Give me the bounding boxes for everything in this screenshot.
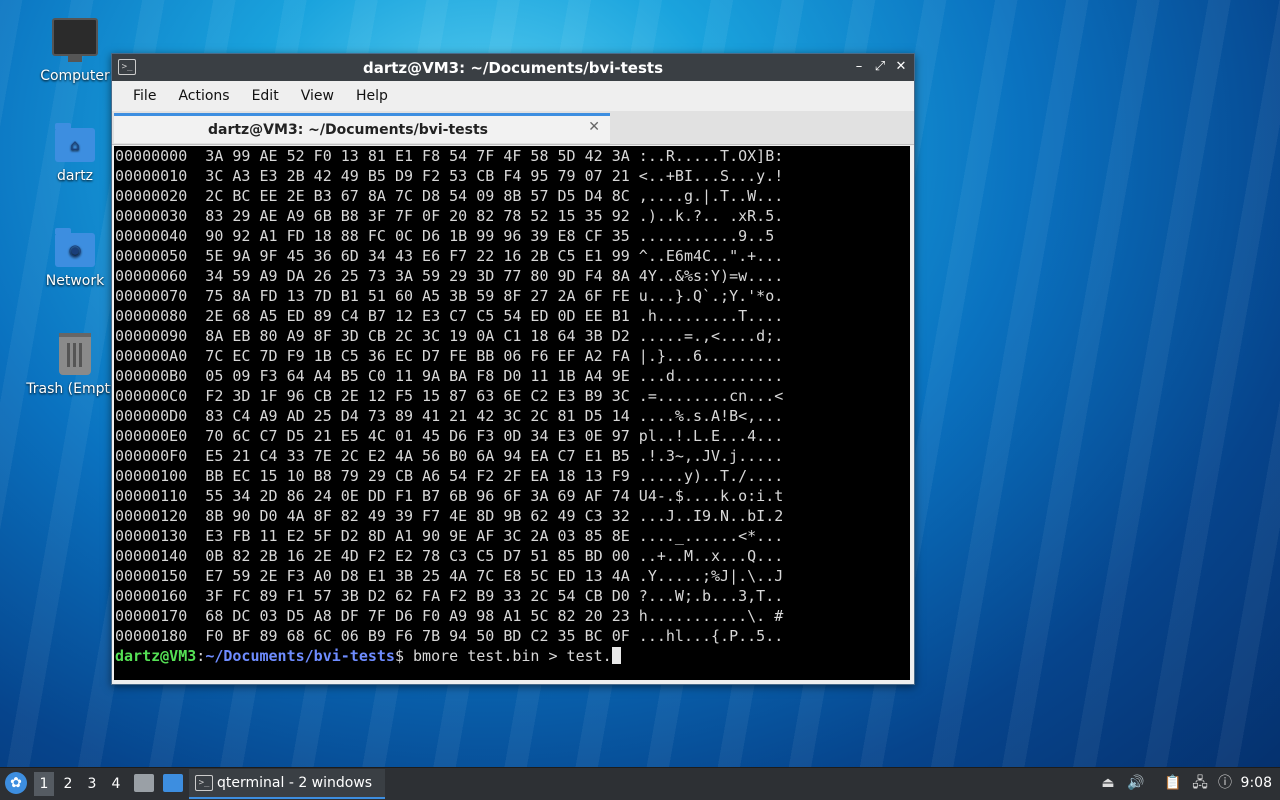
- eject-icon[interactable]: ⏏: [1099, 774, 1117, 792]
- task-label: qterminal - 2 windows: [217, 775, 373, 791]
- hex-dump-line: 00000040 90 92 A1 FD 18 88 FC 0C D6 1B 9…: [115, 227, 775, 245]
- desktop-icon-network[interactable]: ◉ Network: [25, 228, 125, 289]
- hex-dump-line: 000000A0 7C EC 7D F9 1B C5 36 EC D7 FE B…: [115, 347, 784, 365]
- tab-bar: dartz@VM3: ~/Documents/bvi-tests ✕: [112, 111, 914, 145]
- menu-actions[interactable]: Actions: [167, 88, 240, 104]
- start-menu-button[interactable]: ✿: [5, 772, 27, 794]
- taskbar-task-qterminal[interactable]: >_ qterminal - 2 windows: [189, 769, 385, 799]
- prompt-symbol: $: [394, 647, 414, 665]
- desktop-icon-computer[interactable]: Computer: [25, 18, 125, 84]
- hex-dump-line: 00000030 83 29 AE A9 6B B8 3F 7F 0F 20 8…: [115, 207, 784, 225]
- menu-bar: File Actions Edit View Help: [112, 81, 914, 111]
- file-manager-launcher-icon[interactable]: [134, 774, 154, 792]
- prompt-line: dartz@VM3:~/Documents/bvi-tests$ bmore t…: [114, 646, 910, 666]
- hex-dump-line: 000000B0 05 09 F3 64 A4 B5 C0 11 9A BA F…: [115, 367, 784, 385]
- prompt-user: dartz@VM3: [115, 647, 197, 665]
- tab-close-button[interactable]: ✕: [588, 119, 600, 135]
- hex-dump-line: 00000130 E3 FB 11 E2 5F D2 8D A1 90 9E A…: [115, 527, 784, 545]
- hex-dump-line: 00000090 8A EB 80 A9 8F 3D CB 2C 3C 19 0…: [115, 327, 784, 345]
- trash-icon: [59, 333, 91, 375]
- hex-dump: 00000000 3A 99 AE 52 F0 13 81 E1 F8 54 7…: [114, 146, 910, 646]
- hex-dump-line: 00000020 2C BC EE 2E B3 67 8A 7C D8 54 0…: [115, 187, 784, 205]
- hex-dump-line: 00000000 3A 99 AE 52 F0 13 81 E1 F8 54 7…: [115, 147, 784, 165]
- clipboard-icon[interactable]: 📋: [1164, 774, 1182, 792]
- terminal-window[interactable]: >_ dartz@VM3: ~/Documents/bvi-tests – ⤢ …: [111, 53, 915, 685]
- hex-dump-line: 00000120 8B 90 D0 4A 8F 82 49 39 F7 4E 8…: [115, 507, 784, 525]
- tab-label: dartz@VM3: ~/Documents/bvi-tests: [207, 122, 489, 138]
- taskbar: ✿ 1 2 3 4 >_ qterminal - 2 windows ⏏ 🔊 📋…: [0, 767, 1280, 800]
- window-title: dartz@VM3: ~/Documents/bvi-tests: [362, 59, 664, 77]
- volume-icon[interactable]: 🔊: [1127, 774, 1145, 792]
- hex-dump-line: 00000100 BB EC 15 10 B8 79 29 CB A6 54 F…: [115, 467, 784, 485]
- menu-edit[interactable]: Edit: [241, 88, 290, 104]
- hex-dump-line: 000000C0 F2 3D 1F 96 CB 2E 12 F5 15 87 6…: [115, 387, 784, 405]
- show-desktop-icon[interactable]: [163, 774, 183, 792]
- hex-dump-line: 00000160 3F FC 89 F1 57 3B D2 62 FA F2 B…: [115, 587, 784, 605]
- window-titlebar[interactable]: >_ dartz@VM3: ~/Documents/bvi-tests – ⤢ …: [112, 54, 914, 81]
- hex-dump-line: 000000E0 70 6C C7 D5 21 E5 4C 01 45 D6 F…: [115, 427, 784, 445]
- hex-dump-line: 00000140 0B 82 2B 16 2E 4D F2 E2 78 C3 C…: [115, 547, 784, 565]
- menu-view[interactable]: View: [290, 88, 345, 104]
- hex-dump-line: 00000010 3C A3 E3 2B 42 49 B5 D9 F2 53 C…: [115, 167, 784, 185]
- clock[interactable]: 9:08: [1241, 775, 1272, 791]
- workspace-3-button[interactable]: 3: [82, 772, 102, 796]
- update-notifier-icon[interactable]: ⓘ: [1216, 774, 1234, 792]
- workspace-4-button[interactable]: 4: [106, 772, 126, 796]
- computer-icon: [52, 18, 98, 62]
- minimize-button[interactable]: –: [850, 58, 868, 76]
- hex-dump-line: 000000D0 83 C4 A9 AD 25 D4 73 89 41 21 4…: [115, 407, 784, 425]
- desktop-icon-trash[interactable]: Trash (Empty): [25, 333, 125, 397]
- hex-dump-line: 00000170 68 DC 03 D5 A8 DF 7F D6 F0 A9 9…: [115, 607, 784, 625]
- hex-dump-line: 00000110 55 34 2D 86 24 0E DD F1 B7 6B 9…: [115, 487, 784, 505]
- desktop-icon-home[interactable]: ⌂ dartz: [25, 123, 125, 184]
- workspace-1-button[interactable]: 1: [34, 772, 54, 796]
- network-status-icon[interactable]: 🖧: [1191, 774, 1209, 792]
- desktop-icon-label: Network: [45, 273, 105, 289]
- hex-dump-line: 00000180 F0 BF 89 68 6C 06 B9 F6 7B 94 5…: [115, 627, 784, 645]
- prompt-separator: :: [196, 647, 206, 665]
- desktop-icon-label: Computer: [40, 68, 110, 84]
- desktop-icon-label: Trash (Empty): [26, 381, 124, 397]
- tab-terminal[interactable]: dartz@VM3: ~/Documents/bvi-tests ✕: [114, 113, 610, 143]
- menu-help[interactable]: Help: [345, 88, 399, 104]
- close-button[interactable]: ✕: [892, 58, 910, 76]
- hex-dump-line: 00000070 75 8A FD 13 7D B1 51 60 A5 3B 5…: [115, 287, 784, 305]
- maximize-button[interactable]: ⤢: [871, 58, 889, 76]
- hex-dump-line: 00000060 34 59 A9 DA 26 25 73 3A 59 29 3…: [115, 267, 784, 285]
- menu-file[interactable]: File: [122, 88, 167, 104]
- hex-dump-line: 00000080 2E 68 A5 ED 89 C4 B7 12 E3 C7 C…: [115, 307, 784, 325]
- desktop-icon-label: dartz: [56, 168, 94, 184]
- terminal-output[interactable]: 00000000 3A 99 AE 52 F0 13 81 E1 F8 54 7…: [114, 146, 910, 680]
- prompt-path: ~/Documents/bvi-tests: [205, 647, 395, 665]
- hex-dump-line: 00000150 E7 59 2E F3 A0 D8 E1 3B 25 4A 7…: [115, 567, 784, 585]
- command-input[interactable]: bmore test.bin > test.: [413, 647, 612, 665]
- terminal-task-icon: >_: [195, 775, 213, 791]
- workspace-2-button[interactable]: 2: [58, 772, 78, 796]
- hex-dump-line: 00000050 5E 9A 9F 45 36 6D 34 43 E6 F7 2…: [115, 247, 784, 265]
- hex-dump-line: 000000F0 E5 21 C4 33 7E 2C E2 4A 56 B0 6…: [115, 447, 784, 465]
- network-folder-icon: ◉: [55, 228, 95, 267]
- text-cursor: [611, 647, 621, 664]
- home-folder-icon: ⌂: [55, 123, 95, 162]
